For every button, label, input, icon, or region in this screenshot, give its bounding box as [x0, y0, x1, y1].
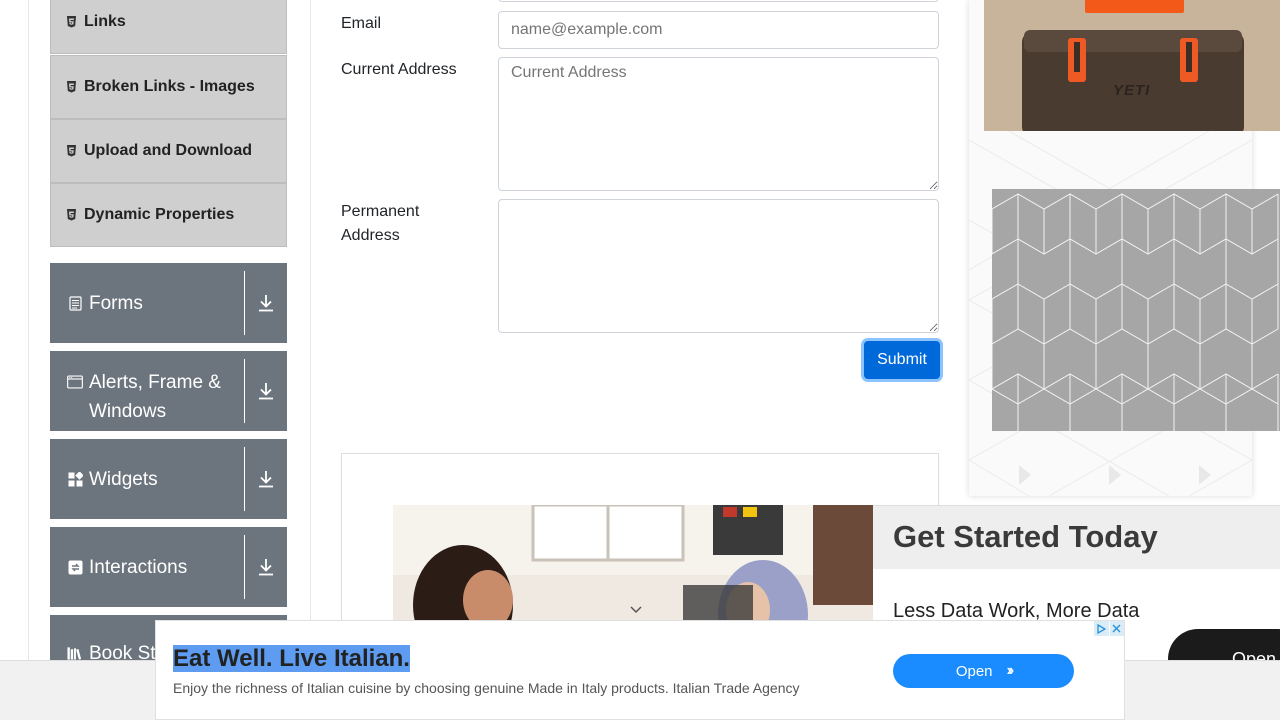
- group-label-line2: Windows: [89, 401, 167, 422]
- banner-open-button[interactable]: Open ››: [893, 654, 1074, 688]
- current-address-label: Current Address: [341, 61, 457, 78]
- email-label: Email: [341, 15, 382, 32]
- sidebar-item-label: Upload and Download: [84, 142, 252, 159]
- books-icon: [67, 645, 83, 661]
- html5-icon: [65, 209, 77, 222]
- html5-icon: [65, 16, 77, 29]
- document-icon: [67, 295, 83, 311]
- ad-choices[interactable]: [1094, 621, 1125, 636]
- sidebar-border: [310, 0, 311, 720]
- interactions-icon: [67, 559, 83, 575]
- group-label: Interactions: [89, 556, 188, 578]
- sidebar-item-upload-download[interactable]: Upload and Download: [50, 119, 287, 183]
- group-label: Widgets: [89, 468, 158, 490]
- current-address-field[interactable]: [498, 57, 939, 191]
- sidebar-item-label: Dynamic Properties: [84, 206, 235, 223]
- previous-field-bottom[interactable]: [498, 0, 939, 2]
- bottom-banner-ad[interactable]: Eat Well. Live Italian. Enjoy the richne…: [155, 620, 1125, 720]
- double-chevron-right-icon: ››: [1006, 662, 1014, 679]
- label-line2: Address: [341, 227, 400, 244]
- ad-title: Get Started Today: [893, 519, 1158, 554]
- shop-now-button[interactable]: [1085, 0, 1184, 13]
- group-label-line1: Alerts, Frame &: [89, 372, 221, 393]
- cooler-ad[interactable]: YETI: [984, 0, 1280, 131]
- sidebar-group-widgets[interactable]: Widgets: [50, 439, 287, 519]
- download-arrow-icon[interactable]: [245, 535, 287, 599]
- sidebar-item-links[interactable]: Links: [50, 0, 287, 54]
- html5-icon: [65, 145, 77, 158]
- submit-button[interactable]: Submit: [864, 341, 940, 379]
- widgets-icon: [67, 471, 83, 487]
- chevron-down-icon[interactable]: [630, 601, 642, 614]
- group-label: Alerts, Frame & Windows: [89, 368, 221, 426]
- title-bar: Get Started Today: [873, 505, 1280, 569]
- group-label: Forms: [89, 292, 143, 314]
- download-arrow-icon[interactable]: [245, 359, 287, 423]
- window-icon: [67, 374, 83, 390]
- banner-title: Eat Well. Live Italian.: [173, 645, 410, 673]
- close-icon[interactable]: [1109, 621, 1124, 636]
- email-field[interactable]: [498, 11, 939, 49]
- sidebar-group-alerts[interactable]: Alerts, Frame & Windows: [50, 351, 287, 431]
- open-label: Open: [955, 662, 993, 680]
- download-arrow-icon[interactable]: [245, 271, 287, 335]
- yeti-logo: YETI: [1113, 82, 1151, 99]
- adchoices-icon[interactable]: [1094, 621, 1109, 636]
- pattern-ad: [992, 189, 1280, 431]
- banner-description: Enjoy the richness of Italian cuisine by…: [173, 680, 800, 696]
- html5-icon: [65, 81, 77, 94]
- permanent-address-label: Permanent Address: [341, 200, 419, 248]
- banner-title-text: Eat Well. Live Italian.: [173, 645, 410, 672]
- left-border: [28, 0, 29, 720]
- sidebar-group-forms[interactable]: Forms: [50, 263, 287, 343]
- sidebar-item-label: Broken Links - Images: [84, 78, 255, 95]
- sidebar-item-broken-links[interactable]: Broken Links - Images: [50, 55, 287, 119]
- page: Links Broken Links - Images Upload and D…: [0, 0, 1280, 720]
- sidebar-item-dynamic-properties[interactable]: Dynamic Properties: [50, 183, 287, 247]
- download-arrow-icon[interactable]: [245, 447, 287, 511]
- sidebar-group-interactions[interactable]: Interactions: [50, 527, 287, 607]
- label-line1: Permanent: [341, 203, 420, 220]
- permanent-address-field[interactable]: [498, 199, 939, 333]
- sidebar-item-label: Links: [84, 13, 126, 30]
